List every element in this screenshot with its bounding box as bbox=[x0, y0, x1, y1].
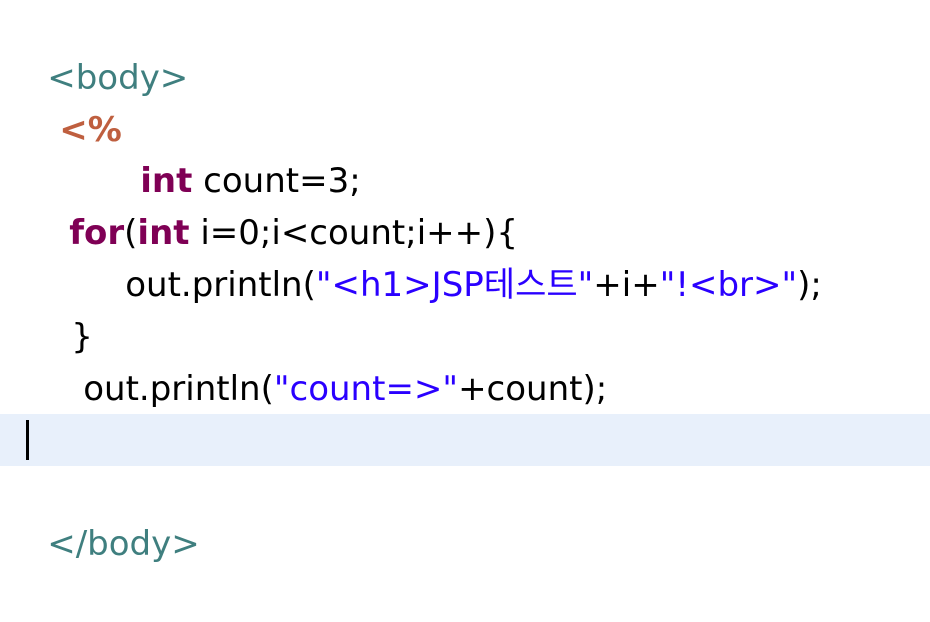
code-line-1: <body> bbox=[4, 0, 930, 98]
text-cursor bbox=[26, 420, 29, 460]
code-line-2: <% bbox=[16, 52, 930, 150]
code-line-6: } bbox=[28, 259, 930, 357]
code-line-5: out.println("<h1>JSP테스트"+i+"!<br>"); bbox=[82, 207, 930, 305]
code-editor[interactable]: <body> <% int count=3; for(int i=0;i<cou… bbox=[0, 0, 930, 564]
code-line-7: out.println("count=>"+count); bbox=[40, 311, 930, 409]
code-line-8: %> bbox=[26, 362, 930, 460]
code-line-10: </body> bbox=[4, 466, 930, 564]
code-line-9-current[interactable] bbox=[0, 414, 930, 466]
code-line-4: for(int i=0;i<count;i++){ bbox=[26, 155, 930, 253]
html-tag-body-close: </body> bbox=[47, 524, 200, 564]
code-line-3: int count=3; bbox=[97, 103, 930, 201]
